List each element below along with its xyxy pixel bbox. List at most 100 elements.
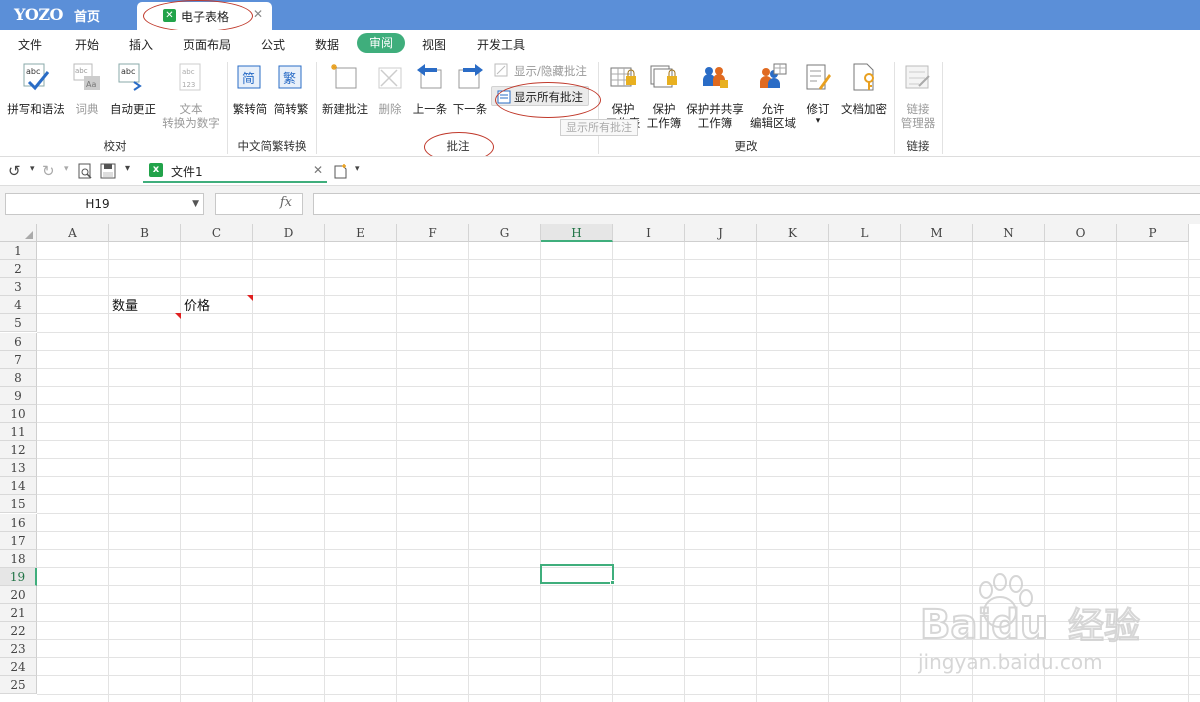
protect-workbook-button[interactable]: 保护 工作簿 bbox=[644, 60, 684, 134]
text-to-number-button[interactable]: abc 123 文本 转换为数字 bbox=[160, 60, 222, 132]
undo-dropdown-icon[interactable]: ▾ bbox=[30, 164, 35, 174]
row-header-6[interactable]: 6 bbox=[0, 332, 37, 351]
row-header-12[interactable]: 12 bbox=[0, 441, 37, 460]
new-comment-button[interactable]: 新建批注 bbox=[319, 60, 371, 120]
column-header-m[interactable]: M bbox=[901, 224, 973, 242]
next-comment-button[interactable]: 下一条 bbox=[450, 60, 490, 120]
print-preview-icon[interactable] bbox=[77, 163, 93, 179]
row-header-9[interactable]: 9 bbox=[0, 386, 37, 405]
name-box[interactable]: H19 ▼ bbox=[5, 193, 204, 215]
column-header-j[interactable]: J bbox=[685, 224, 757, 242]
row-header-2[interactable]: 2 bbox=[0, 260, 37, 279]
menu-data[interactable]: 数据 bbox=[315, 36, 339, 53]
menu-review[interactable]: 审阅 bbox=[357, 33, 405, 53]
menu-page-layout[interactable]: 页面布局 bbox=[183, 36, 231, 53]
column-header-c[interactable]: C bbox=[181, 224, 253, 242]
column-header-k[interactable]: K bbox=[757, 224, 829, 242]
spell-check-button[interactable]: abc 拼写和语法 bbox=[4, 60, 68, 120]
link-manager-button[interactable]: 链接 管理器 bbox=[896, 60, 940, 134]
menu-insert[interactable]: 插入 bbox=[129, 36, 153, 53]
menu-developer[interactable]: 开发工具 bbox=[477, 36, 525, 53]
row-header-15[interactable]: 15 bbox=[0, 495, 37, 514]
redo-icon[interactable]: ↻ bbox=[42, 162, 55, 180]
show-hide-comment-button[interactable]: 显示/隐藏批注 bbox=[494, 63, 594, 79]
fill-handle[interactable] bbox=[610, 580, 615, 585]
grid-line bbox=[540, 242, 541, 702]
dictionary-button[interactable]: abc Aa 词典 bbox=[70, 60, 104, 120]
row-header-1[interactable]: 1 bbox=[0, 242, 37, 261]
delete-comment-button[interactable]: 删除 bbox=[373, 60, 407, 120]
grid-line bbox=[37, 440, 1200, 442]
cell-c4[interactable]: 价格 bbox=[184, 295, 210, 314]
doc-encrypt-button[interactable]: 文档加密 bbox=[838, 60, 890, 120]
row-header-21[interactable]: 21 bbox=[0, 604, 37, 623]
row-header-16[interactable]: 16 bbox=[0, 513, 37, 532]
column-header-h[interactable]: H bbox=[541, 224, 613, 242]
column-header-g[interactable]: G bbox=[469, 224, 541, 242]
show-all-comments-button[interactable]: 显示所有批注 bbox=[491, 86, 589, 106]
row-header-18[interactable]: 18 bbox=[0, 549, 37, 568]
row-header-19[interactable]: 19 bbox=[0, 567, 37, 586]
row-header-8[interactable]: 8 bbox=[0, 368, 37, 387]
row-header-13[interactable]: 13 bbox=[0, 459, 37, 478]
select-all-corner[interactable] bbox=[0, 224, 37, 242]
tab-spreadsheet[interactable]: ✕ 电子表格 ✕ bbox=[137, 2, 272, 30]
row-header-7[interactable]: 7 bbox=[0, 350, 37, 369]
cell-b4[interactable]: 数量 bbox=[112, 295, 138, 314]
column-header-l[interactable]: L bbox=[829, 224, 901, 242]
column-header-i[interactable]: I bbox=[613, 224, 685, 242]
selected-cell-h19[interactable] bbox=[540, 564, 614, 584]
file-tab[interactable]: x 文件1 ✕ bbox=[143, 159, 327, 183]
menu-file[interactable]: 文件 bbox=[18, 36, 42, 53]
column-header-f[interactable]: F bbox=[397, 224, 469, 242]
allow-edit-ranges-button[interactable]: 允许 编辑区域 bbox=[746, 60, 800, 134]
undo-icon[interactable]: ↺ bbox=[8, 162, 21, 180]
row-header-4[interactable]: 4 bbox=[0, 296, 37, 315]
row-header-22[interactable]: 22 bbox=[0, 622, 37, 641]
row-header-11[interactable]: 11 bbox=[0, 423, 37, 442]
auto-correct-button[interactable]: abc 自动更正 bbox=[106, 60, 160, 120]
save-icon[interactable] bbox=[100, 163, 116, 179]
doc-encrypt-label: 文档加密 bbox=[841, 102, 887, 116]
revise-button[interactable]: 修订 ▾ bbox=[802, 60, 834, 134]
spreadsheet-grid[interactable]: ABCDEFGHIJKLMNOP 1 2 3 4 5 6 7 8 9 10 11 12 13 14 15 16… bbox=[0, 224, 1200, 702]
column-header-d[interactable]: D bbox=[253, 224, 325, 242]
row-header-5[interactable]: 5 bbox=[0, 314, 37, 333]
column-header-n[interactable]: N bbox=[973, 224, 1045, 242]
column-header-o[interactable]: O bbox=[1045, 224, 1117, 242]
customize-dropdown-icon[interactable]: ▾ bbox=[125, 163, 130, 174]
simp-to-trad-button[interactable]: 繁 简转繁 bbox=[271, 60, 311, 120]
comment-indicator bbox=[175, 313, 181, 319]
protect-share-button[interactable]: 保护并共享 工作簿 bbox=[684, 60, 746, 134]
trad-to-simp-button[interactable]: 简 繁转简 bbox=[231, 60, 269, 120]
column-header-e[interactable]: E bbox=[325, 224, 397, 242]
column-header-b[interactable]: B bbox=[109, 224, 181, 242]
column-header-a[interactable]: A bbox=[37, 224, 109, 242]
row-header-23[interactable]: 23 bbox=[0, 640, 37, 659]
new-file-dropdown-icon[interactable]: ▾ bbox=[355, 164, 360, 174]
row-header-14[interactable]: 14 bbox=[0, 477, 37, 496]
grid-line bbox=[37, 367, 1200, 369]
menu-view[interactable]: 视图 bbox=[422, 36, 446, 53]
row-header-17[interactable]: 17 bbox=[0, 531, 37, 550]
redo-dropdown-icon[interactable]: ▾ bbox=[64, 164, 69, 174]
formula-input[interactable] bbox=[313, 193, 1200, 215]
column-header-p[interactable]: P bbox=[1117, 224, 1189, 242]
row-header-3[interactable]: 3 bbox=[0, 278, 37, 297]
fx-icon[interactable]: fx bbox=[280, 195, 292, 210]
close-icon[interactable]: ✕ bbox=[313, 163, 323, 177]
close-icon[interactable]: ✕ bbox=[253, 7, 263, 21]
chevron-down-icon[interactable]: ▼ bbox=[192, 194, 199, 214]
menu-home[interactable]: 开始 bbox=[75, 36, 99, 53]
protect-workbook-label-2: 工作簿 bbox=[646, 116, 682, 130]
row-header-20[interactable]: 20 bbox=[0, 585, 37, 604]
prev-comment-button[interactable]: 上一条 bbox=[410, 60, 450, 120]
menu-formulas[interactable]: 公式 bbox=[261, 36, 285, 53]
row-header-24[interactable]: 24 bbox=[0, 658, 37, 677]
tab-home[interactable]: 首页 bbox=[74, 6, 100, 25]
row-header-10[interactable]: 10 bbox=[0, 404, 37, 423]
protect-sheet-label-1: 保护 bbox=[611, 102, 635, 116]
new-file-icon[interactable] bbox=[333, 163, 349, 179]
row-header-25[interactable]: 25 bbox=[0, 676, 37, 695]
function-box[interactable]: fx bbox=[215, 193, 303, 215]
